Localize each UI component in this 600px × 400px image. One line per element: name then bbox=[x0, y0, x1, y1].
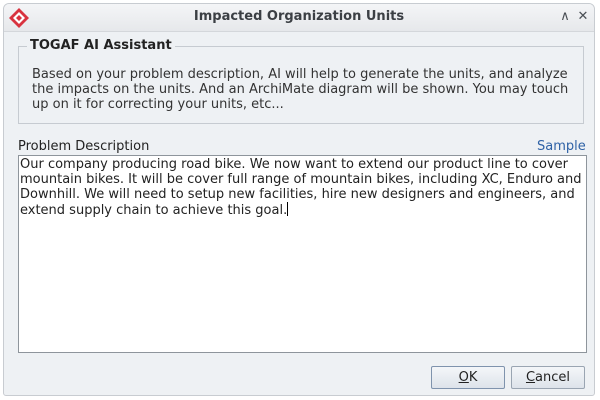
ok-mnemonic: O bbox=[458, 370, 469, 385]
cancel-mnemonic: C bbox=[525, 370, 536, 385]
close-icon: ✕ bbox=[577, 9, 589, 24]
window-title: Impacted Organization Units bbox=[193, 9, 405, 24]
sample-link[interactable]: Sample bbox=[537, 139, 586, 154]
assistant-description: Based on your problem description, AI wi… bbox=[32, 67, 569, 112]
assistant-panel: TOGAF AI Assistant Based on your problem… bbox=[18, 38, 584, 124]
close-button[interactable]: ✕ bbox=[574, 8, 592, 26]
text-caret bbox=[287, 202, 289, 216]
collapse-button[interactable]: ∧ bbox=[556, 8, 574, 26]
ok-label-rest: K bbox=[468, 370, 478, 385]
assistant-title: TOGAF AI Assistant bbox=[27, 38, 175, 53]
problem-description-field[interactable]: Our company producing road bike. We now … bbox=[18, 155, 587, 353]
dialog-window: Impacted Organization Units ∧ ✕ TOGAF AI… bbox=[3, 3, 595, 396]
chevron-up-icon: ∧ bbox=[560, 9, 570, 24]
cancel-label-rest: ancel bbox=[535, 370, 571, 385]
problem-description-label: Problem Description bbox=[18, 139, 150, 154]
cancel-button[interactable]: Cancel bbox=[511, 366, 585, 389]
problem-description-text: Our company producing road bike. We now … bbox=[20, 157, 586, 218]
ok-button[interactable]: OK bbox=[431, 366, 505, 389]
title-bar[interactable]: Impacted Organization Units ∧ ✕ bbox=[4, 4, 594, 32]
